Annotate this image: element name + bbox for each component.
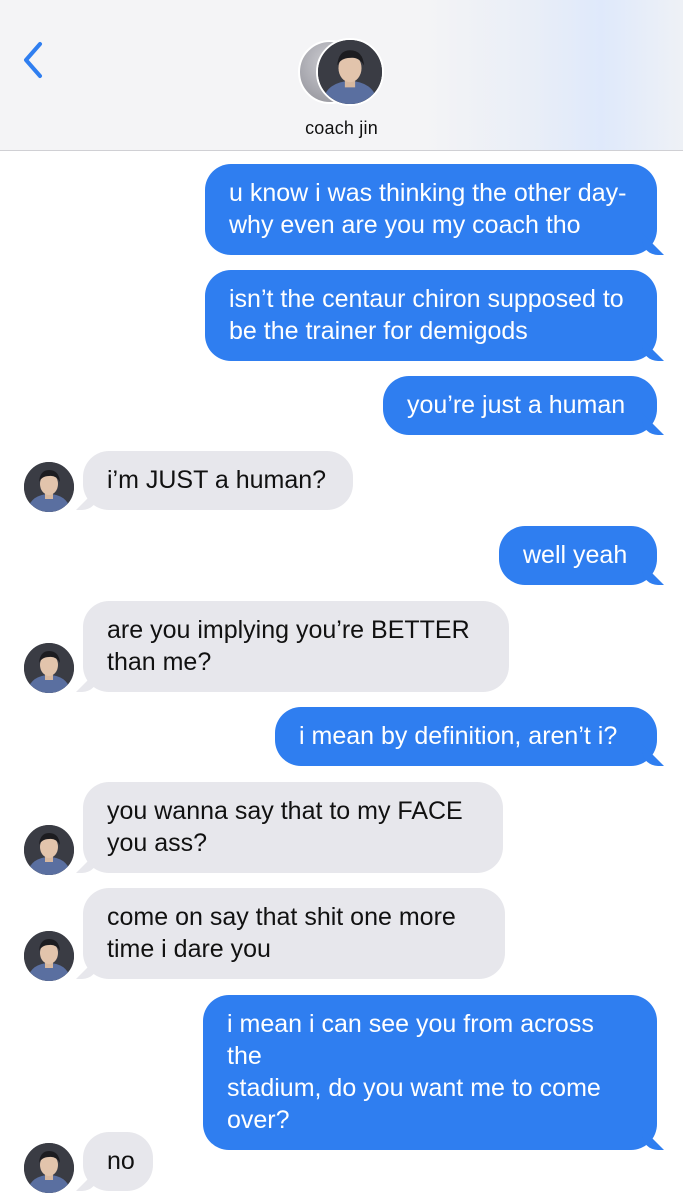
message-bubble-outgoing[interactable]: u know i was thinking the other day- why…: [205, 164, 657, 255]
contact-avatar: [24, 825, 74, 875]
contact-avatar: [316, 38, 384, 106]
message-bubble-incoming[interactable]: you wanna say that to my FACE you ass?: [83, 782, 503, 873]
contact-avatar-button[interactable]: [298, 38, 386, 108]
conversation-header: coach jin: [0, 0, 683, 151]
message-bubble-incoming[interactable]: i’m JUST a human?: [83, 451, 353, 510]
contact-avatar: [24, 1143, 74, 1193]
back-button[interactable]: [18, 40, 48, 80]
message-bubble-outgoing[interactable]: i mean i can see you from across the sta…: [203, 995, 657, 1150]
message-bubble-outgoing[interactable]: well yeah: [499, 526, 657, 585]
message-bubble-outgoing[interactable]: isn’t the centaur chiron supposed to be …: [205, 270, 657, 361]
message-bubble-outgoing[interactable]: you’re just a human: [383, 376, 657, 435]
message-bubble-incoming[interactable]: come on say that shit one more time i da…: [83, 888, 505, 979]
message-bubble-outgoing[interactable]: i mean by definition, aren’t i?: [275, 707, 657, 766]
message-bubble-incoming[interactable]: are you implying you’re BETTER than me?: [83, 601, 509, 692]
contact-avatar: [24, 462, 74, 512]
contact-name: coach jin: [305, 118, 378, 138]
chevron-left-icon: [24, 42, 42, 78]
message-bubble-incoming[interactable]: no: [83, 1132, 153, 1191]
contact-avatar: [24, 931, 74, 981]
contact-avatar: [24, 643, 74, 693]
